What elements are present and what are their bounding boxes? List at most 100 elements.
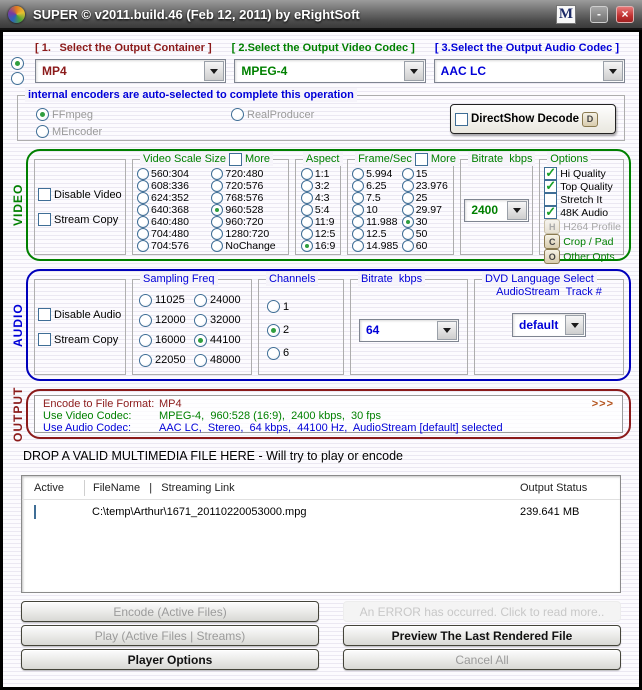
- video-scale-more-checkbox[interactable]: [229, 153, 242, 166]
- fps-radio-option[interactable]: 60: [402, 240, 452, 252]
- fps-radio-option[interactable]: 5.994: [352, 168, 402, 180]
- aspect-radio-option[interactable]: 12:5: [301, 228, 338, 240]
- sampling-radio-option[interactable]: 24000: [194, 294, 249, 307]
- video-bitrate-select[interactable]: 2400: [464, 199, 529, 222]
- play-button[interactable]: Play (Active Files | Streams): [21, 625, 319, 646]
- mode-radio-top[interactable]: [11, 57, 24, 70]
- channel-radio-option[interactable]: 1: [267, 300, 341, 313]
- video-bitrate-dropdown-button[interactable]: [507, 201, 527, 220]
- fps-radio-option[interactable]: 50: [402, 228, 452, 240]
- m-menu-button[interactable]: M: [556, 5, 576, 24]
- channel-radio-option[interactable]: 6: [267, 347, 341, 360]
- scale-radio-option[interactable]: 960:528: [211, 204, 285, 216]
- audio-bitrate-dropdown-button[interactable]: [437, 321, 457, 340]
- minimize-button[interactable]: -: [590, 6, 608, 23]
- fps-radio-option[interactable]: 10: [352, 204, 402, 216]
- scale-radio-option[interactable]: 704:576: [137, 240, 211, 252]
- scale-radio-option[interactable]: 1280:720: [211, 228, 285, 240]
- encode-button[interactable]: Encode (Active Files): [21, 601, 319, 622]
- video-bitrate-title-row: Bitrate kbps: [468, 152, 535, 166]
- scale-radio-option[interactable]: 624:352: [137, 192, 211, 204]
- video-option-button-row[interactable]: O Other Opts: [544, 249, 621, 264]
- sampling-radio-option[interactable]: 22050: [139, 354, 194, 367]
- dvd-track-dropdown-button[interactable]: [565, 315, 584, 335]
- video-option-checkbox[interactable]: Top Quality: [544, 180, 621, 193]
- encoders-group: internal encoders are auto-selected to c…: [17, 95, 625, 141]
- encoder-radio-option[interactable]: FFmpeg: [36, 106, 231, 123]
- fps-radio-option[interactable]: 14.985: [352, 240, 402, 252]
- audio-codec-select[interactable]: AAC LC: [434, 59, 625, 83]
- scale-radio-option[interactable]: 608:336: [137, 180, 211, 192]
- dvd-track-select[interactable]: default: [512, 313, 586, 337]
- close-button[interactable]: ×: [616, 6, 634, 23]
- aspect-radio-option[interactable]: 5:4: [301, 204, 338, 216]
- fps-radio-option[interactable]: 6.25: [352, 180, 402, 192]
- fps-radio-option[interactable]: 25: [402, 192, 452, 204]
- scale-radio-option[interactable]: 960:720: [211, 216, 285, 228]
- mode-radio-bottom[interactable]: [11, 72, 24, 85]
- option-mini-button[interactable]: O: [544, 249, 560, 264]
- file-active-checkbox[interactable]: [34, 505, 36, 519]
- scale-radio-option[interactable]: NoChange: [211, 240, 285, 252]
- sampling-radio-option[interactable]: 32000: [194, 314, 249, 327]
- sampling-radio-option[interactable]: 11025: [139, 294, 194, 307]
- preview-last-rendered-button[interactable]: Preview The Last Rendered File: [343, 625, 621, 646]
- video-toggle-checkbox[interactable]: Stream Copy: [38, 213, 122, 226]
- sampling-radio-option[interactable]: 48000: [194, 354, 249, 367]
- video-codec-dropdown-button[interactable]: [404, 61, 424, 81]
- scale-radio-option[interactable]: 640:480: [137, 216, 211, 228]
- title-bar[interactable]: SUPER © v2011.build.46 (Feb 12, 2011) by…: [0, 0, 642, 30]
- video-bitrate-value: 2400: [465, 200, 506, 221]
- audio-frame: Disable Audio Stream Copy Sampling Freq: [26, 269, 631, 381]
- scale-radio-option[interactable]: 560:304: [137, 168, 211, 180]
- aspect-radio-option[interactable]: 3:2: [301, 180, 338, 192]
- sampling-radio-option[interactable]: 44100: [194, 334, 249, 347]
- video-option-button-row[interactable]: H H264 Profile: [544, 219, 621, 234]
- option-mini-button[interactable]: C: [544, 234, 560, 249]
- sampling-radio-option[interactable]: 16000: [139, 334, 194, 347]
- radio-label: 48000: [210, 354, 241, 366]
- encoder-radio-option[interactable]: RealProducer: [231, 106, 366, 123]
- audio-toggle-checkbox[interactable]: Stream Copy: [38, 333, 122, 346]
- encoder-radio-option[interactable]: MEncoder: [36, 123, 231, 140]
- directshow-decode-button[interactable]: DirectShow Decode D: [450, 104, 616, 134]
- scale-radio-option[interactable]: 720:480: [211, 168, 285, 180]
- fps-radio-option[interactable]: 11.988: [352, 216, 402, 228]
- video-toggle-checkbox[interactable]: Disable Video: [38, 188, 122, 201]
- option-mini-button[interactable]: H: [544, 219, 560, 234]
- fps-radio-option[interactable]: 15: [402, 168, 452, 180]
- cancel-all-button[interactable]: Cancel All: [343, 649, 621, 670]
- scale-radio-option[interactable]: 640:368: [137, 204, 211, 216]
- aspect-radio-option[interactable]: 4:3: [301, 192, 338, 204]
- fps-radio-option[interactable]: 12.5: [352, 228, 402, 240]
- error-message-button[interactable]: An ERROR has occurred. Click to read mor…: [343, 601, 621, 622]
- fps-radio-option[interactable]: 7.5: [352, 192, 402, 204]
- framerate-more-checkbox[interactable]: [415, 153, 428, 166]
- directshow-d-button[interactable]: D: [582, 112, 598, 127]
- file-list[interactable]: Active FileName | Streaming Link Output …: [21, 475, 621, 593]
- scale-radio-option[interactable]: 720:576: [211, 180, 285, 192]
- video-option-checkbox[interactable]: 48K Audio: [544, 206, 621, 219]
- directshow-checkbox[interactable]: [455, 113, 468, 126]
- aspect-radio-option[interactable]: 16:9: [301, 240, 338, 252]
- output-more-arrows[interactable]: >>>: [592, 398, 614, 410]
- audio-bitrate-select[interactable]: 64: [359, 319, 459, 342]
- fps-radio-option[interactable]: 23.976: [402, 180, 452, 192]
- audio-codec-dropdown-button[interactable]: [603, 61, 623, 81]
- fps-radio-option[interactable]: 30: [402, 216, 452, 228]
- scale-radio-option[interactable]: 704:480: [137, 228, 211, 240]
- channel-radio-option[interactable]: 2: [267, 324, 341, 337]
- container-select[interactable]: MP4: [35, 59, 226, 83]
- container-dropdown-button[interactable]: [204, 61, 224, 81]
- video-codec-select[interactable]: MPEG-4: [234, 59, 425, 83]
- aspect-radio-option[interactable]: 1:1: [301, 168, 338, 180]
- video-option-button-row[interactable]: C Crop / Pad: [544, 234, 621, 249]
- file-row[interactable]: C:\temp\Arthur\1671_20110220053000.mpg 2…: [22, 500, 620, 524]
- audio-toggle-checkbox[interactable]: Disable Audio: [38, 308, 122, 321]
- sampling-radio-option[interactable]: 12000: [139, 314, 194, 327]
- aspect-radio-option[interactable]: 11:9: [301, 216, 338, 228]
- header-filename: FileName | Streaming Link: [84, 480, 520, 496]
- player-options-button[interactable]: Player Options: [21, 649, 319, 670]
- fps-radio-option[interactable]: 29.97: [402, 204, 452, 216]
- scale-radio-option[interactable]: 768:576: [211, 192, 285, 204]
